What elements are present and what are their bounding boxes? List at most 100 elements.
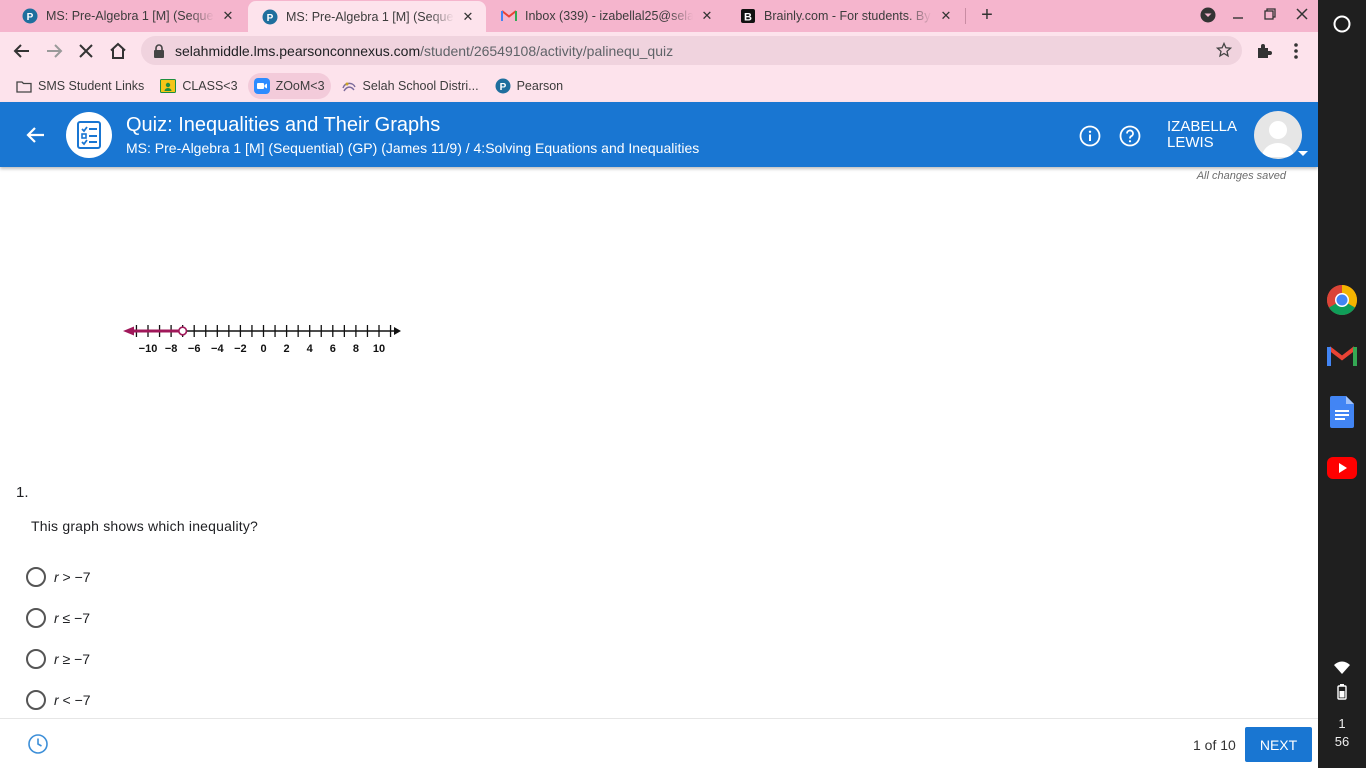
pearson-icon: P <box>22 8 38 24</box>
tab-separator <box>965 8 966 24</box>
gmail-icon <box>501 8 517 24</box>
folder-icon <box>16 78 32 94</box>
tick-label: 2 <box>284 343 290 355</box>
open-circle-endpoint <box>178 326 188 336</box>
clock-icon[interactable] <box>27 733 49 755</box>
battery-icon[interactable] <box>1326 676 1358 708</box>
answer-option-3[interactable]: r ≥ −7 <box>26 648 90 670</box>
inequality-text: < −7 <box>58 692 91 708</box>
google-docs-icon[interactable] <box>1326 396 1358 428</box>
tick-label: 4 <box>307 343 314 355</box>
close-window-icon[interactable] <box>1292 6 1312 26</box>
bookmark-label: Pearson <box>516 79 564 93</box>
close-tab-icon[interactable]: ✕ <box>699 8 715 24</box>
tab-pre-algebra-1[interactable]: P MS: Pre-Algebra 1 [M] (Sequential ✕ <box>8 0 246 32</box>
radio-button[interactable] <box>26 690 46 710</box>
youtube-icon[interactable] <box>1326 452 1358 484</box>
user-first-name: IZABELLA <box>1167 118 1238 135</box>
back-arrow-icon[interactable] <box>24 123 48 147</box>
inequality-text: ≤ −7 <box>58 610 91 626</box>
user-menu-caret-icon[interactable] <box>1298 151 1308 156</box>
tab-brainly[interactable]: B Brainly.com - For students. By stu ✕ <box>726 0 964 32</box>
tab-gmail-inbox[interactable]: Inbox (339) - izabellal25@selah ✕ <box>487 0 725 32</box>
radio-button[interactable] <box>26 567 46 587</box>
user-silhouette-icon <box>1262 121 1294 157</box>
clock-hour[interactable]: 1 <box>1318 716 1366 731</box>
bookmark-label: Selah School Distri... <box>362 79 479 93</box>
svg-text:P: P <box>27 12 34 23</box>
chrome-icon[interactable] <box>1326 284 1358 316</box>
bookmark-zoom[interactable]: ZOoM<3 <box>247 73 331 99</box>
os-shelf: 1 56 <box>1318 0 1366 768</box>
tab-title: Inbox (339) - izabellal25@selah <box>525 9 693 23</box>
tick-label: 0 <box>260 343 266 355</box>
solution-arrowhead <box>123 326 134 336</box>
answer-option-1[interactable]: r > −7 <box>26 566 91 588</box>
page-indicator: 1 of 10 <box>1193 737 1236 753</box>
extensions-puzzle-icon[interactable] <box>1253 40 1275 62</box>
school-district-icon <box>341 78 357 94</box>
browser-menu-icon[interactable] <box>1285 40 1307 62</box>
answer-option-4[interactable]: r < −7 <box>26 689 91 711</box>
answer-option-2[interactable]: r ≤ −7 <box>26 607 90 629</box>
answer-label: r ≥ −7 <box>54 651 90 667</box>
answer-label: r > −7 <box>54 569 91 585</box>
pearson-icon: P <box>495 78 511 94</box>
tab-pre-algebra-2-active[interactable]: P MS: Pre-Algebra 1 [M] (Sequential ✕ <box>248 1 486 32</box>
bookmark-pearson[interactable]: P Pearson <box>489 73 570 99</box>
inequality-text: > −7 <box>58 569 91 585</box>
url-host: selahmiddle.lms.pearsonconnexus.com <box>175 42 421 59</box>
svg-text:B: B <box>744 12 752 24</box>
pearson-icon: P <box>262 9 278 25</box>
bookmark-selah-school-district[interactable]: Selah School Distri... <box>335 73 485 99</box>
info-icon[interactable] <box>1079 125 1101 147</box>
radio-button[interactable] <box>26 608 46 628</box>
address-bar[interactable]: selahmiddle.lms.pearsonconnexus.com/stud… <box>141 36 1242 65</box>
number-line-graph: −10 −8 −6 −4 −2 0 2 4 6 8 10 <box>118 316 408 365</box>
bookmark-label: CLASS<3 <box>182 79 238 93</box>
axis-right-arrow <box>394 327 401 335</box>
brainly-icon: B <box>740 8 756 24</box>
close-tab-icon[interactable]: ✕ <box>460 9 476 25</box>
new-tab-plus-icon[interactable]: + <box>976 4 998 26</box>
user-last-name: LEWIS <box>1167 134 1214 151</box>
user-name[interactable]: IZABELLA LEWIS <box>1167 119 1237 151</box>
question-text: This graph shows which inequality? <box>31 518 259 534</box>
save-status: All changes saved <box>1196 170 1286 182</box>
radio-button[interactable] <box>26 649 46 669</box>
next-button[interactable]: NEXT <box>1245 727 1312 762</box>
tick-label: −8 <box>165 343 178 355</box>
tick-label: −2 <box>234 343 247 355</box>
tab-title: Brainly.com - For students. By stu <box>764 9 932 23</box>
tab-search-icon[interactable] <box>1198 6 1218 26</box>
launcher-icon[interactable] <box>1326 8 1358 40</box>
lock-icon <box>153 43 167 58</box>
forward-icon[interactable] <box>43 40 65 62</box>
restore-icon[interactable] <box>1260 6 1280 26</box>
inequality-text: ≥ −7 <box>58 651 91 667</box>
help-icon[interactable] <box>1119 125 1141 147</box>
bookmark-class[interactable]: CLASS<3 <box>154 73 243 99</box>
tick-label: −10 <box>139 343 158 355</box>
tick-label: 6 <box>330 343 336 355</box>
svg-text:P: P <box>499 82 506 93</box>
gmail-app-icon[interactable] <box>1326 340 1358 372</box>
avatar[interactable] <box>1254 111 1302 159</box>
quiz-title: Quiz: Inequalities and Their Graphs <box>126 114 441 136</box>
quiz-footer: 1 of 10 NEXT <box>0 718 1318 768</box>
stop-loading-icon[interactable] <box>75 40 97 62</box>
zoom-icon <box>253 78 270 94</box>
back-icon[interactable] <box>11 40 33 62</box>
bookmark-sms-student-links[interactable]: SMS Student Links <box>10 73 150 99</box>
close-tab-icon[interactable]: ✕ <box>938 8 954 24</box>
bookmarks-bar: SMS Student Links CLASS<3 ZOoM<3 Selah S… <box>0 70 1318 102</box>
bookmark-label: ZOoM<3 <box>275 79 325 93</box>
answer-label: r < −7 <box>54 692 91 708</box>
bookmark-star-icon[interactable] <box>1215 41 1233 61</box>
home-icon[interactable] <box>107 40 129 62</box>
clock-minute[interactable]: 56 <box>1318 734 1366 749</box>
answer-label: r ≤ −7 <box>54 610 90 626</box>
close-tab-icon[interactable]: ✕ <box>220 8 236 24</box>
minimize-icon[interactable] <box>1228 6 1248 26</box>
course-breadcrumb[interactable]: MS: Pre-Algebra 1 [M] (Sequential) (GP) … <box>126 140 699 156</box>
